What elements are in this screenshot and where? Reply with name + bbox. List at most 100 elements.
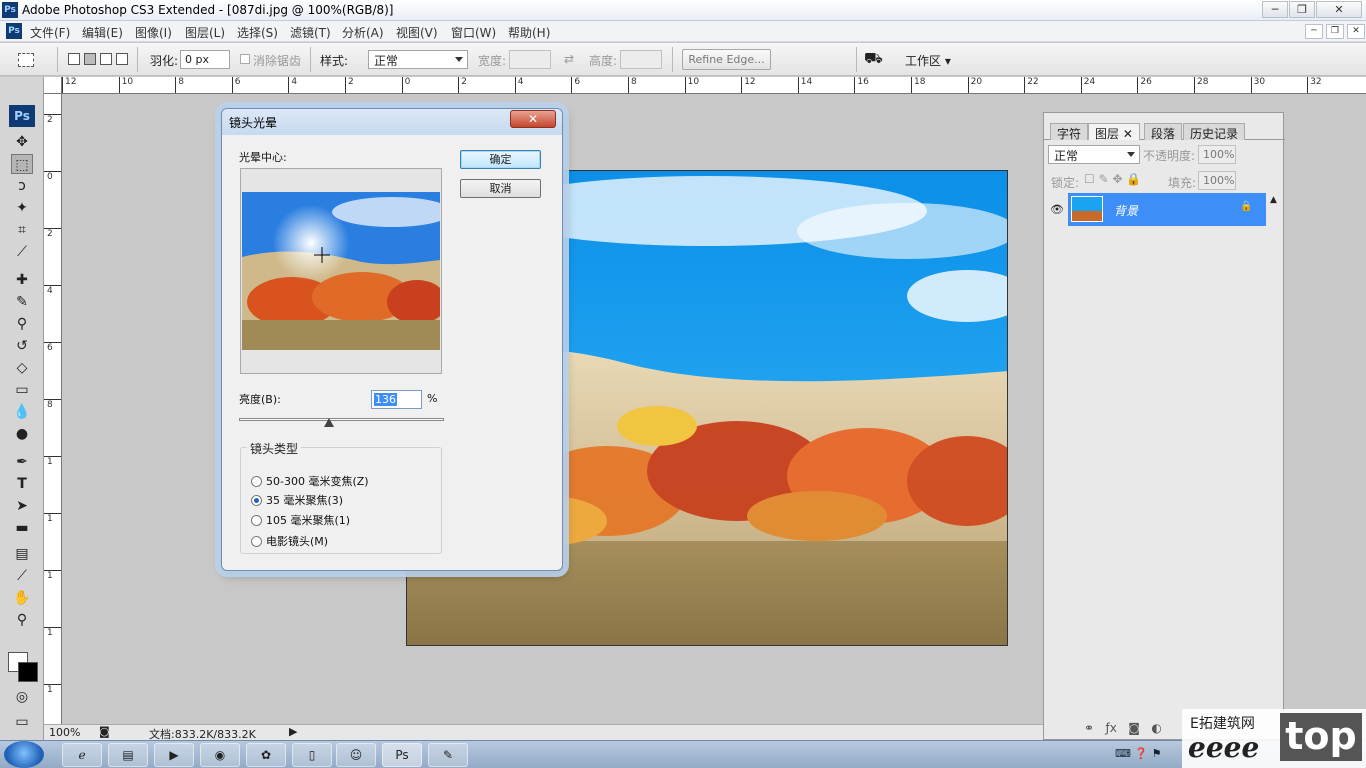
photoshop-task-icon[interactable]: Ps: [382, 743, 422, 767]
explorer-icon[interactable]: ▤: [108, 743, 148, 767]
intersect-selection-icon[interactable]: [116, 53, 128, 65]
slice-tool-icon[interactable]: ⟋: [11, 242, 33, 262]
menu-filter[interactable]: 滤镜(T): [290, 24, 331, 41]
marquee-preset-icon[interactable]: [18, 53, 34, 67]
height-input[interactable]: [620, 50, 662, 69]
radio-row-zoom[interactable]: 50-300 毫米变焦(Z): [251, 473, 369, 489]
status-menu-icon[interactable]: ◙: [99, 725, 110, 738]
chat-icon[interactable]: ☺: [336, 743, 376, 767]
maximize-button[interactable]: ❐: [1289, 1, 1315, 18]
subtract-selection-icon[interactable]: [100, 53, 112, 65]
eyedropper-icon[interactable]: ⟋: [11, 566, 33, 586]
menu-view[interactable]: 视图(V): [396, 24, 438, 41]
tray-icons[interactable]: ⌨ ❓ ⚑: [1115, 747, 1161, 760]
type-tool-icon[interactable]: T: [11, 474, 33, 494]
radio-105mm[interactable]: [251, 515, 262, 526]
scroll-up-icon[interactable]: ▲: [1270, 195, 1277, 205]
visibility-eye-icon[interactable]: 👁: [1047, 193, 1067, 226]
radio-35mm[interactable]: [251, 495, 262, 506]
brightness-slider-thumb[interactable]: [324, 418, 335, 427]
add-selection-icon[interactable]: [84, 53, 96, 65]
eraser-tool-icon[interactable]: ◇: [11, 358, 33, 378]
color-app-icon[interactable]: ✿: [246, 743, 286, 767]
ie-icon[interactable]: ℯ: [62, 743, 102, 767]
foreground-color-swatch[interactable]: [18, 662, 38, 682]
menu-window[interactable]: 窗口(W): [451, 24, 496, 41]
gradient-tool-icon[interactable]: ▭: [11, 380, 33, 400]
pen-tool-icon[interactable]: ✒: [11, 452, 33, 472]
screen-mode-icon[interactable]: ▭: [11, 712, 33, 732]
start-button[interactable]: [4, 741, 44, 768]
ok-button[interactable]: 确定: [460, 150, 541, 169]
feather-input[interactable]: 0 px: [180, 50, 230, 69]
menu-select[interactable]: 选择(S): [237, 24, 278, 41]
radio-row-movie[interactable]: 电影镜头(M): [251, 533, 328, 549]
dialog-close-button[interactable]: ✕: [510, 110, 556, 128]
ruler-tick: 14: [797, 77, 812, 93]
brightness-slider-track[interactable]: [239, 418, 444, 421]
doc-close-button[interactable]: ✕: [1347, 24, 1365, 39]
zoom-level[interactable]: 100%: [49, 726, 80, 739]
opacity-input[interactable]: 100%: [1198, 145, 1236, 164]
path-select-icon[interactable]: ➤: [11, 496, 33, 516]
doc-minimize-button[interactable]: ─: [1305, 24, 1323, 39]
quick-mask-icon[interactable]: ◎: [11, 687, 33, 707]
notepad-icon[interactable]: ▯: [292, 743, 332, 767]
crop-tool-icon[interactable]: ⌗: [11, 220, 33, 240]
brightness-input[interactable]: 136: [371, 390, 422, 409]
menu-edit[interactable]: 编辑(E): [82, 24, 123, 41]
dodge-tool-icon[interactable]: ●: [11, 424, 33, 444]
fill-input[interactable]: 100%: [1198, 171, 1236, 190]
lock-icons[interactable]: ☐ ✎ ✥ 🔒: [1084, 172, 1141, 186]
menu-file[interactable]: 文件(F): [30, 24, 70, 41]
play-arrow-icon[interactable]: ▶: [289, 725, 297, 738]
new-selection-icon[interactable]: [68, 53, 80, 65]
panel-footer-icons[interactable]: ⚭ ƒx ◙ ◐: [1084, 721, 1162, 735]
menu-help[interactable]: 帮助(H): [508, 24, 550, 41]
doc-restore-button[interactable]: ❐: [1326, 24, 1344, 39]
flare-preview[interactable]: [240, 168, 442, 374]
workspace-menu[interactable]: 工作区 ▾: [905, 52, 951, 69]
preview-image[interactable]: [242, 192, 440, 350]
lasso-tool-icon[interactable]: ↄ: [11, 176, 33, 196]
app-icon[interactable]: ◉: [200, 743, 240, 767]
history-brush-icon[interactable]: ↺: [11, 336, 33, 356]
menu-analysis[interactable]: 分析(A): [342, 24, 384, 41]
healing-brush-icon[interactable]: ✚: [11, 270, 33, 290]
layer-name[interactable]: 背景: [1114, 202, 1138, 219]
clone-stamp-icon[interactable]: ⚲: [11, 314, 33, 334]
radio-zoom[interactable]: [251, 476, 262, 487]
magic-wand-icon[interactable]: ✦: [11, 198, 33, 218]
swap-icon[interactable]: ⇄: [564, 52, 574, 66]
radio-row-105mm[interactable]: 105 毫米聚焦(1): [251, 512, 350, 528]
move-tool-icon[interactable]: ✥: [11, 132, 33, 152]
media-player-icon[interactable]: ▶: [154, 743, 194, 767]
style-select[interactable]: 正常: [368, 50, 468, 69]
close-button[interactable]: ✕: [1316, 1, 1362, 18]
tab-history[interactable]: 历史记录: [1183, 123, 1246, 141]
marquee-tool-icon[interactable]: ⬚: [11, 154, 33, 174]
tab-paragraph[interactable]: 段落: [1144, 123, 1183, 141]
tab-close-icon[interactable]: ✕: [1123, 127, 1133, 141]
cancel-button[interactable]: 取消: [460, 179, 541, 198]
brush-tool-icon[interactable]: ✎: [11, 292, 33, 312]
width-input[interactable]: [509, 50, 551, 69]
refine-edge-button[interactable]: Refine Edge...: [682, 49, 771, 70]
blend-mode-select[interactable]: 正常: [1048, 145, 1140, 164]
notes-tool-icon[interactable]: ▤: [11, 544, 33, 564]
radio-movie[interactable]: [251, 536, 262, 547]
tab-character[interactable]: 字符: [1050, 123, 1089, 141]
paint-icon[interactable]: ✎: [428, 743, 468, 767]
bridge-icon[interactable]: ⛟: [864, 49, 883, 69]
menu-layer[interactable]: 图层(L): [185, 24, 225, 41]
tab-layers[interactable]: 图层 ✕: [1088, 123, 1140, 141]
radio-row-35mm[interactable]: 35 毫米聚焦(3): [251, 492, 343, 508]
hand-tool-icon[interactable]: ✋: [11, 588, 33, 608]
blur-tool-icon[interactable]: 💧: [11, 402, 33, 422]
zoom-tool-icon[interactable]: ⚲: [11, 610, 33, 630]
shape-tool-icon[interactable]: ▬: [11, 518, 33, 538]
minimize-button[interactable]: ─: [1262, 1, 1288, 18]
antialias-checkbox[interactable]: [240, 54, 250, 64]
layer-row-background[interactable]: 背景 🔒: [1068, 193, 1266, 226]
menu-image[interactable]: 图像(I): [135, 24, 172, 41]
